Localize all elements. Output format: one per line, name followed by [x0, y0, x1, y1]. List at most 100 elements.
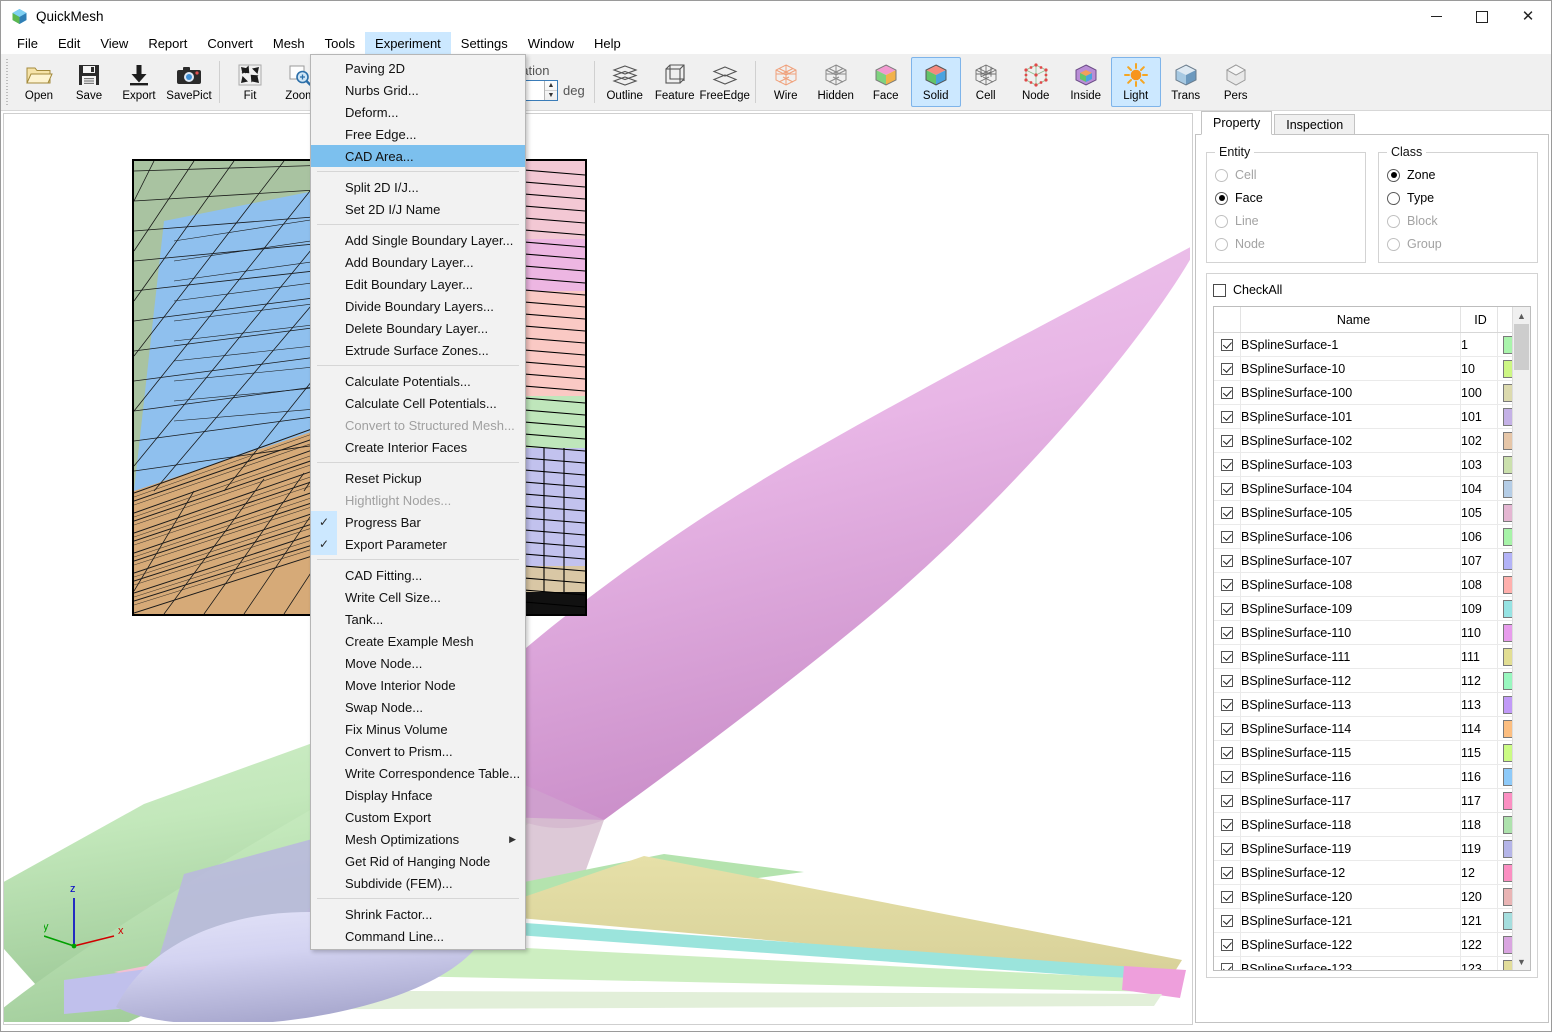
menu-tools[interactable]: Tools — [315, 32, 365, 54]
scrollbar-thumb[interactable] — [1514, 324, 1529, 370]
open-button[interactable]: Open — [14, 57, 64, 107]
menu-item-cad-fitting[interactable]: CAD Fitting... — [311, 564, 525, 586]
row-checkbox[interactable] — [1221, 867, 1233, 880]
row-checkbox[interactable] — [1221, 627, 1233, 640]
row-checkbox-cell[interactable] — [1214, 644, 1241, 669]
feature-button[interactable]: Feature — [650, 57, 700, 107]
tab-inspection[interactable]: Inspection — [1274, 114, 1356, 135]
menu-item-fix-minus-volume[interactable]: Fix Minus Volume — [311, 718, 525, 740]
table-row[interactable]: BSplineSurface-110 110 — [1214, 620, 1530, 645]
experiment-dropdown-menu[interactable]: Paving 2D Nurbs Grid... Deform... Free Edge… — [310, 54, 526, 950]
menu-item-delete-boundary-layer[interactable]: Delete Boundary Layer... — [311, 317, 525, 339]
close-button[interactable]: ✕ — [1505, 1, 1551, 32]
zone-table-scrollbar[interactable]: ▲ ▼ — [1512, 307, 1530, 970]
row-checkbox-cell[interactable] — [1214, 524, 1241, 549]
menu-item-progress-bar[interactable]: ✓ Progress Bar — [311, 511, 525, 533]
scroll-up-icon[interactable]: ▲ — [1513, 307, 1530, 324]
table-row[interactable]: BSplineSurface-109 109 — [1214, 596, 1530, 621]
row-checkbox[interactable] — [1221, 411, 1233, 424]
menu-window[interactable]: Window — [518, 32, 584, 54]
spin-up-icon[interactable]: ▲ — [545, 81, 557, 91]
menu-item-export-parameter[interactable]: ✓ Export Parameter — [311, 533, 525, 555]
row-checkbox[interactable] — [1221, 555, 1233, 568]
menu-view[interactable]: View — [90, 32, 138, 54]
solid-button[interactable]: Solid — [910, 57, 961, 107]
zone-table-container[interactable]: Name ID BSplineSurface-1 1 BSplineSurface-… — [1213, 306, 1531, 971]
outline-button[interactable]: Outline — [600, 57, 650, 107]
table-row[interactable]: BSplineSurface-105 105 — [1214, 500, 1530, 525]
table-row[interactable]: BSplineSurface-111 111 — [1214, 644, 1530, 669]
menu-item-paving-2d[interactable]: Paving 2D — [311, 57, 525, 79]
row-checkbox[interactable] — [1221, 483, 1233, 496]
freeedge-button[interactable]: FreeEdge — [699, 57, 750, 107]
row-checkbox[interactable] — [1221, 939, 1233, 952]
row-checkbox-cell[interactable] — [1214, 716, 1241, 741]
row-checkbox[interactable] — [1221, 579, 1233, 592]
fit-button[interactable]: Fit — [225, 57, 275, 107]
row-checkbox-cell[interactable] — [1214, 476, 1241, 501]
spin-down-icon[interactable]: ▼ — [545, 91, 557, 100]
menu-item-get-rid-of-hanging-node[interactable]: Get Rid of Hanging Node — [311, 850, 525, 872]
menu-item-write-correspondence-table[interactable]: Write Correspondence Table... — [311, 762, 525, 784]
row-checkbox-cell[interactable] — [1214, 788, 1241, 813]
table-row[interactable]: BSplineSurface-117 117 — [1214, 788, 1530, 813]
row-checkbox[interactable] — [1221, 339, 1233, 352]
row-checkbox-cell[interactable] — [1214, 812, 1241, 837]
row-checkbox-cell[interactable] — [1214, 860, 1241, 885]
toolbar-grip[interactable] — [4, 59, 12, 105]
menu-settings[interactable]: Settings — [451, 32, 518, 54]
table-row[interactable]: BSplineSurface-108 108 — [1214, 572, 1530, 597]
menu-help[interactable]: Help — [584, 32, 631, 54]
pers-button[interactable]: Pers — [1211, 57, 1261, 107]
rotation-spin-buttons[interactable]: ▲ ▼ — [544, 81, 557, 100]
row-checkbox-cell[interactable] — [1214, 884, 1241, 909]
scroll-down-icon[interactable]: ▼ — [1513, 953, 1530, 970]
menu-item-add-single-boundary-layer[interactable]: Add Single Boundary Layer... — [311, 229, 525, 251]
menu-item-write-cell-size[interactable]: Write Cell Size... — [311, 586, 525, 608]
table-row[interactable]: BSplineSurface-123 123 — [1214, 956, 1530, 970]
save-button[interactable]: Save — [64, 57, 114, 107]
table-row[interactable]: BSplineSurface-101 101 — [1214, 404, 1530, 429]
table-row[interactable]: BSplineSurface-102 102 — [1214, 428, 1530, 453]
menu-edit[interactable]: Edit — [48, 32, 90, 54]
row-checkbox-cell[interactable] — [1214, 668, 1241, 693]
menu-mesh[interactable]: Mesh — [263, 32, 315, 54]
node-button[interactable]: Node — [1011, 57, 1061, 107]
menu-item-edit-boundary-layer[interactable]: Edit Boundary Layer... — [311, 273, 525, 295]
table-row[interactable]: BSplineSurface-118 118 — [1214, 812, 1530, 837]
menu-item-display-hnface[interactable]: Display Hnface — [311, 784, 525, 806]
menu-item-custom-export[interactable]: Custom Export — [311, 806, 525, 828]
table-row[interactable]: BSplineSurface-112 112 — [1214, 668, 1530, 693]
row-checkbox-cell[interactable] — [1214, 428, 1241, 453]
row-checkbox[interactable] — [1221, 363, 1233, 376]
table-row[interactable]: BSplineSurface-103 103 — [1214, 452, 1530, 477]
menu-item-extrude-surface-zones[interactable]: Extrude Surface Zones... — [311, 339, 525, 361]
menu-item-convert-to-prism[interactable]: Convert to Prism... — [311, 740, 525, 762]
inside-button[interactable]: Inside — [1061, 57, 1111, 107]
export-button[interactable]: Export — [114, 57, 164, 107]
row-checkbox-cell[interactable] — [1214, 572, 1241, 597]
row-checkbox[interactable] — [1221, 387, 1233, 400]
menu-item-subdivide-fem[interactable]: Subdivide (FEM)... — [311, 872, 525, 894]
menu-item-shrink-factor[interactable]: Shrink Factor... — [311, 903, 525, 925]
class-radio-zone[interactable]: Zone — [1387, 165, 1529, 185]
menu-item-swap-node[interactable]: Swap Node... — [311, 696, 525, 718]
row-checkbox-cell[interactable] — [1214, 620, 1241, 645]
menu-item-mesh-optimizations[interactable]: Mesh Optimizations ▶ — [311, 828, 525, 850]
row-checkbox[interactable] — [1221, 915, 1233, 928]
row-checkbox-cell[interactable] — [1214, 764, 1241, 789]
menu-item-tank[interactable]: Tank... — [311, 608, 525, 630]
menu-item-calculate-potentials[interactable]: Calculate Potentials... — [311, 370, 525, 392]
3d-viewport[interactable]: z x y — [3, 113, 1193, 1025]
menu-item-cad-area[interactable]: CAD Area... — [311, 145, 525, 167]
row-checkbox-cell[interactable] — [1214, 596, 1241, 621]
row-checkbox-cell[interactable] — [1214, 932, 1241, 957]
row-checkbox[interactable] — [1221, 651, 1233, 664]
trans-button[interactable]: Trans — [1161, 57, 1211, 107]
menu-report[interactable]: Report — [138, 32, 197, 54]
table-row[interactable]: BSplineSurface-114 114 — [1214, 716, 1530, 741]
table-row[interactable]: BSplineSurface-107 107 — [1214, 548, 1530, 573]
row-checkbox-cell[interactable] — [1214, 740, 1241, 765]
light-button[interactable]: Light — [1110, 57, 1161, 107]
check-all-checkbox[interactable] — [1213, 283, 1226, 297]
